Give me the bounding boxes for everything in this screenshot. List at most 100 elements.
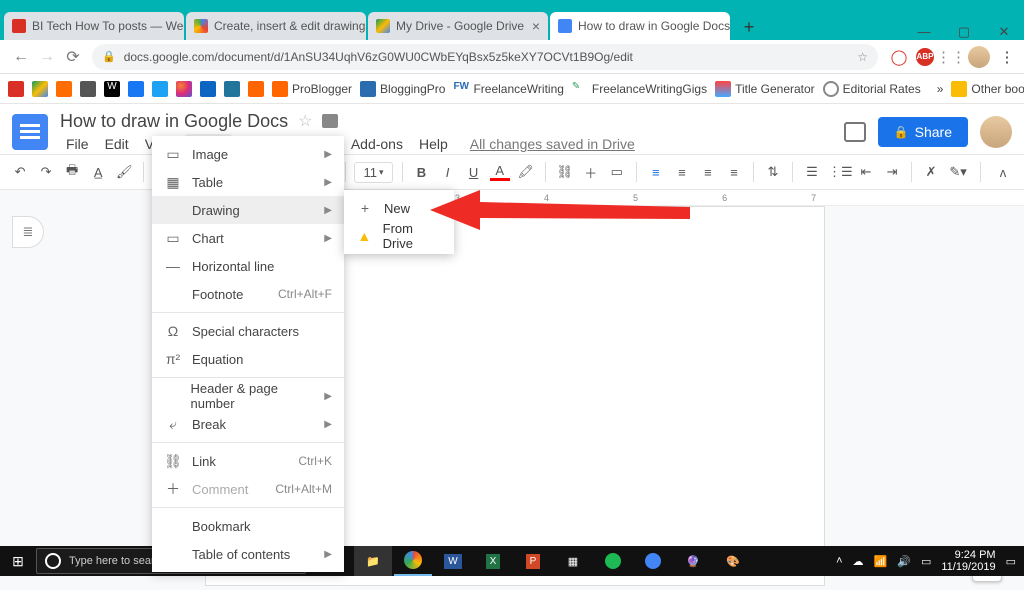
insert-equation[interactable]: π²Equation xyxy=(152,345,344,373)
bookmark-editorial[interactable]: Editorial Rates xyxy=(823,81,921,97)
close-tab-icon[interactable]: × xyxy=(526,18,540,34)
insert-header-page-number[interactable]: Header & page number▶ xyxy=(152,382,344,410)
chrome-menu-icon[interactable]: ⋮ xyxy=(998,48,1016,66)
menu-help[interactable]: Help xyxy=(413,134,454,154)
print-icon[interactable]: 🖶 xyxy=(62,161,82,183)
tray-notifications-icon[interactable]: ▭ xyxy=(1006,555,1016,568)
other-bookmarks[interactable]: Other bookmarks xyxy=(951,81,1024,97)
bookmark-titlegen[interactable]: Title Generator xyxy=(715,81,815,97)
menu-edit[interactable]: Edit xyxy=(99,134,135,154)
profile-avatar[interactable] xyxy=(968,46,990,68)
outline-toggle[interactable]: ≣ xyxy=(12,216,44,248)
menu-file[interactable]: File xyxy=(60,134,95,154)
bookmark-item[interactable] xyxy=(32,81,48,97)
insert-link-icon[interactable]: ⛓ xyxy=(555,164,575,180)
spellcheck-icon[interactable]: A̲ xyxy=(88,165,108,180)
line-spacing-icon[interactable]: ⇅ xyxy=(763,164,783,180)
insert-special-characters[interactable]: ΩSpecial characters xyxy=(152,317,344,345)
taskbar-app-ppt[interactable]: P xyxy=(514,546,552,576)
start-button[interactable]: ⊞ xyxy=(0,553,36,570)
bookmark-item[interactable] xyxy=(224,81,240,97)
star-doc-icon[interactable]: ☆ xyxy=(298,111,312,131)
insert-comment-icon[interactable]: ＋ xyxy=(581,163,601,182)
insert-table[interactable]: ▦Table▶ xyxy=(152,168,344,196)
bold-icon[interactable]: B xyxy=(411,165,431,180)
highlight-icon[interactable]: 🖍 xyxy=(516,164,536,180)
move-doc-icon[interactable] xyxy=(322,114,338,128)
insert-chart[interactable]: ▭Chart▶ xyxy=(152,224,344,252)
clear-format-icon[interactable]: ✗ xyxy=(921,164,941,180)
bookmark-item[interactable]: W xyxy=(104,81,120,97)
insert-footnote[interactable]: FootnoteCtrl+Alt+F xyxy=(152,280,344,308)
align-left-icon[interactable]: ≡ xyxy=(646,165,666,180)
bookmark-freelancewriting[interactable]: FWFreelanceWriting xyxy=(453,81,563,97)
close-window-button[interactable]: ✕ xyxy=(984,24,1024,40)
bookmark-item[interactable] xyxy=(176,81,192,97)
bulleted-list-icon[interactable]: ⋮☰ xyxy=(828,164,850,180)
ext-icon-3[interactable]: ⋮⋮ xyxy=(942,48,960,66)
bookmark-problogger[interactable]: ProBlogger xyxy=(272,81,352,97)
tab-0[interactable]: BI Tech How To posts — Week of× xyxy=(4,12,184,40)
edit-mode-icon[interactable]: ✎▾ xyxy=(947,164,969,180)
collapse-icon[interactable]: ʌ xyxy=(992,165,1014,180)
share-button[interactable]: Share xyxy=(878,117,968,147)
forward-button[interactable]: → xyxy=(34,48,60,66)
tray-wifi-icon[interactable]: 📶 xyxy=(874,555,888,568)
tab-2[interactable]: My Drive - Google Drive× xyxy=(368,12,548,40)
taskbar-app-calc[interactable]: ▦ xyxy=(554,546,592,576)
align-justify-icon[interactable]: ≡ xyxy=(724,165,744,180)
menu-addons[interactable]: Add-ons xyxy=(345,134,409,154)
doc-title[interactable]: How to draw in Google Docs xyxy=(60,111,288,132)
back-button[interactable]: ← xyxy=(8,48,34,66)
undo-icon[interactable]: ↶ xyxy=(10,164,30,180)
url-input[interactable]: 🔒 docs.google.com/document/d/1AnSU34UqhV… xyxy=(92,44,878,70)
bookmark-bloggingpro[interactable]: BloggingPro xyxy=(360,81,445,97)
reload-button[interactable]: ⟳ xyxy=(60,47,86,67)
insert-comment[interactable]: ＋CommentCtrl+Alt+M xyxy=(152,475,344,503)
bookmark-item[interactable] xyxy=(152,81,168,97)
tray-cloud-icon[interactable]: ☁ xyxy=(853,555,864,568)
insert-break[interactable]: ⤶Break▶ xyxy=(152,410,344,438)
font-size-input[interactable]: 11▾ xyxy=(354,162,392,183)
bookmark-item[interactable] xyxy=(80,81,96,97)
taskbar-app-chrome[interactable] xyxy=(394,546,432,576)
insert-image[interactable]: ▭Image▶ xyxy=(152,140,344,168)
bookmark-item[interactable] xyxy=(128,81,144,97)
align-right-icon[interactable]: ≡ xyxy=(698,165,718,180)
insert-link[interactable]: ⛓LinkCtrl+K xyxy=(152,447,344,475)
decrease-indent-icon[interactable]: ⇤ xyxy=(856,164,876,180)
italic-icon[interactable]: I xyxy=(438,165,458,180)
underline-icon[interactable]: U xyxy=(464,165,484,180)
insert-drawing[interactable]: Drawing▶ xyxy=(152,196,344,224)
maximize-button[interactable]: ▢ xyxy=(944,24,984,40)
insert-image-icon[interactable]: ▭ xyxy=(607,164,627,180)
taskbar-app-excel[interactable]: X xyxy=(474,546,512,576)
taskbar-app[interactable]: 🔮 xyxy=(674,546,712,576)
bookmark-item[interactable] xyxy=(8,81,24,97)
taskbar-app-spotify[interactable] xyxy=(594,546,632,576)
comments-icon[interactable] xyxy=(844,122,866,142)
numbered-list-icon[interactable]: ☰ xyxy=(802,164,822,180)
docs-logo-icon[interactable] xyxy=(12,114,48,150)
tray-chevron-icon[interactable]: ˄ xyxy=(836,555,842,567)
taskbar-app[interactable]: 🎨 xyxy=(714,546,752,576)
align-center-icon[interactable]: ≡ xyxy=(672,165,692,180)
redo-icon[interactable]: ↷ xyxy=(36,164,56,180)
taskbar-clock[interactable]: 9:24 PM11/19/2019 xyxy=(941,549,995,573)
bookmark-fwg[interactable]: ✎FreelanceWritingGigs xyxy=(572,81,707,97)
tray-volume-icon[interactable]: 🔊 xyxy=(897,555,911,568)
tab-3-active[interactable]: How to draw in Google Docs - G× xyxy=(550,12,730,40)
bookmarks-overflow[interactable]: » xyxy=(937,82,944,96)
insert-table-of-contents[interactable]: Table of contents▶ xyxy=(152,540,344,568)
bookmark-item[interactable] xyxy=(200,81,216,97)
taskbar-app[interactable] xyxy=(634,546,672,576)
taskbar-app[interactable]: 📁 xyxy=(354,546,392,576)
account-avatar[interactable] xyxy=(980,116,1012,148)
ext-icon-1[interactable]: ◯ xyxy=(890,48,908,66)
insert-bookmark[interactable]: Bookmark xyxy=(152,512,344,540)
minimize-button[interactable]: — xyxy=(904,24,944,40)
bookmark-star-icon[interactable]: ☆ xyxy=(857,50,868,64)
paint-format-icon[interactable]: 🖌 xyxy=(114,164,134,180)
save-status[interactable]: All changes saved in Drive xyxy=(464,134,641,154)
tab-1[interactable]: Create, insert & edit drawings -× xyxy=(186,12,366,40)
